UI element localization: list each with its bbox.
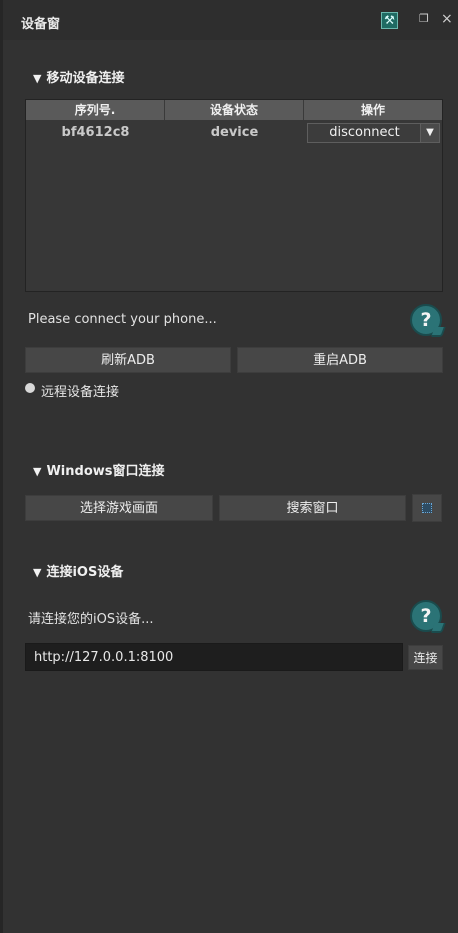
action-dropdown[interactable]: disconnect ▼ xyxy=(307,123,440,143)
restore-icon[interactable]: ❐ xyxy=(419,13,429,24)
header-action[interactable]: 操作 xyxy=(304,100,442,120)
windows-section-title: Windows窗口连接 xyxy=(46,464,165,479)
device-window: 设备窗 ⚒ ❐ × ▼ 移动设备连接 序列号. 设备状态 操作 bf4612c8 … xyxy=(0,0,458,933)
help-icon[interactable]: ? xyxy=(410,600,442,632)
collapse-triangle-icon: ▼ xyxy=(33,566,42,579)
remote-connect-label: 远程设备连接 xyxy=(41,385,120,400)
window-title: 设备窗 xyxy=(21,17,61,32)
ios-section-title: 连接iOS设备 xyxy=(46,565,124,580)
radio-icon[interactable] xyxy=(25,383,35,393)
ios-url-input[interactable] xyxy=(25,643,403,671)
device-status: device xyxy=(210,125,259,140)
mobile-section-title: 移动设备连接 xyxy=(46,71,125,86)
window-picker-icon xyxy=(422,503,432,513)
tools-icon[interactable]: ⚒ xyxy=(381,12,398,29)
windows-section-header[interactable]: ▼ Windows窗口连接 xyxy=(33,460,165,479)
close-icon[interactable]: × xyxy=(441,12,453,26)
device-serial: bf4612c8 xyxy=(61,125,130,140)
header-serial[interactable]: 序列号. xyxy=(26,100,165,120)
action-dropdown-value: disconnect xyxy=(329,125,400,140)
table-row[interactable]: bf4612c8 device disconnect ▼ xyxy=(26,121,442,145)
refresh-adb-button[interactable]: 刷新ADB xyxy=(25,347,231,373)
select-game-screen-button[interactable]: 选择游戏画面 xyxy=(25,495,213,521)
ios-status-text: 请连接您的iOS设备... xyxy=(28,612,154,627)
connect-button[interactable]: 连接 xyxy=(408,645,443,670)
chevron-down-icon[interactable]: ▼ xyxy=(420,124,439,142)
mobile-status-text: Please connect your phone... xyxy=(28,312,217,327)
mobile-section-header[interactable]: ▼ 移动设备连接 xyxy=(33,67,124,86)
title-bar: 设备窗 ⚒ ❐ × xyxy=(3,0,458,40)
table-header: 序列号. 设备状态 操作 xyxy=(26,100,442,120)
help-icon[interactable]: ? xyxy=(410,304,442,336)
device-table: 序列号. 设备状态 操作 bf4612c8 device disconnect … xyxy=(25,99,443,292)
search-window-button[interactable]: 搜索窗口 xyxy=(219,495,406,521)
header-status[interactable]: 设备状态 xyxy=(165,100,304,120)
restart-adb-button[interactable]: 重启ADB xyxy=(237,347,443,373)
ios-section-header[interactable]: ▼ 连接iOS设备 xyxy=(33,561,123,580)
collapse-triangle-icon: ▼ xyxy=(33,72,42,85)
collapse-triangle-icon: ▼ xyxy=(33,465,42,478)
window-picker-button[interactable] xyxy=(412,494,442,522)
